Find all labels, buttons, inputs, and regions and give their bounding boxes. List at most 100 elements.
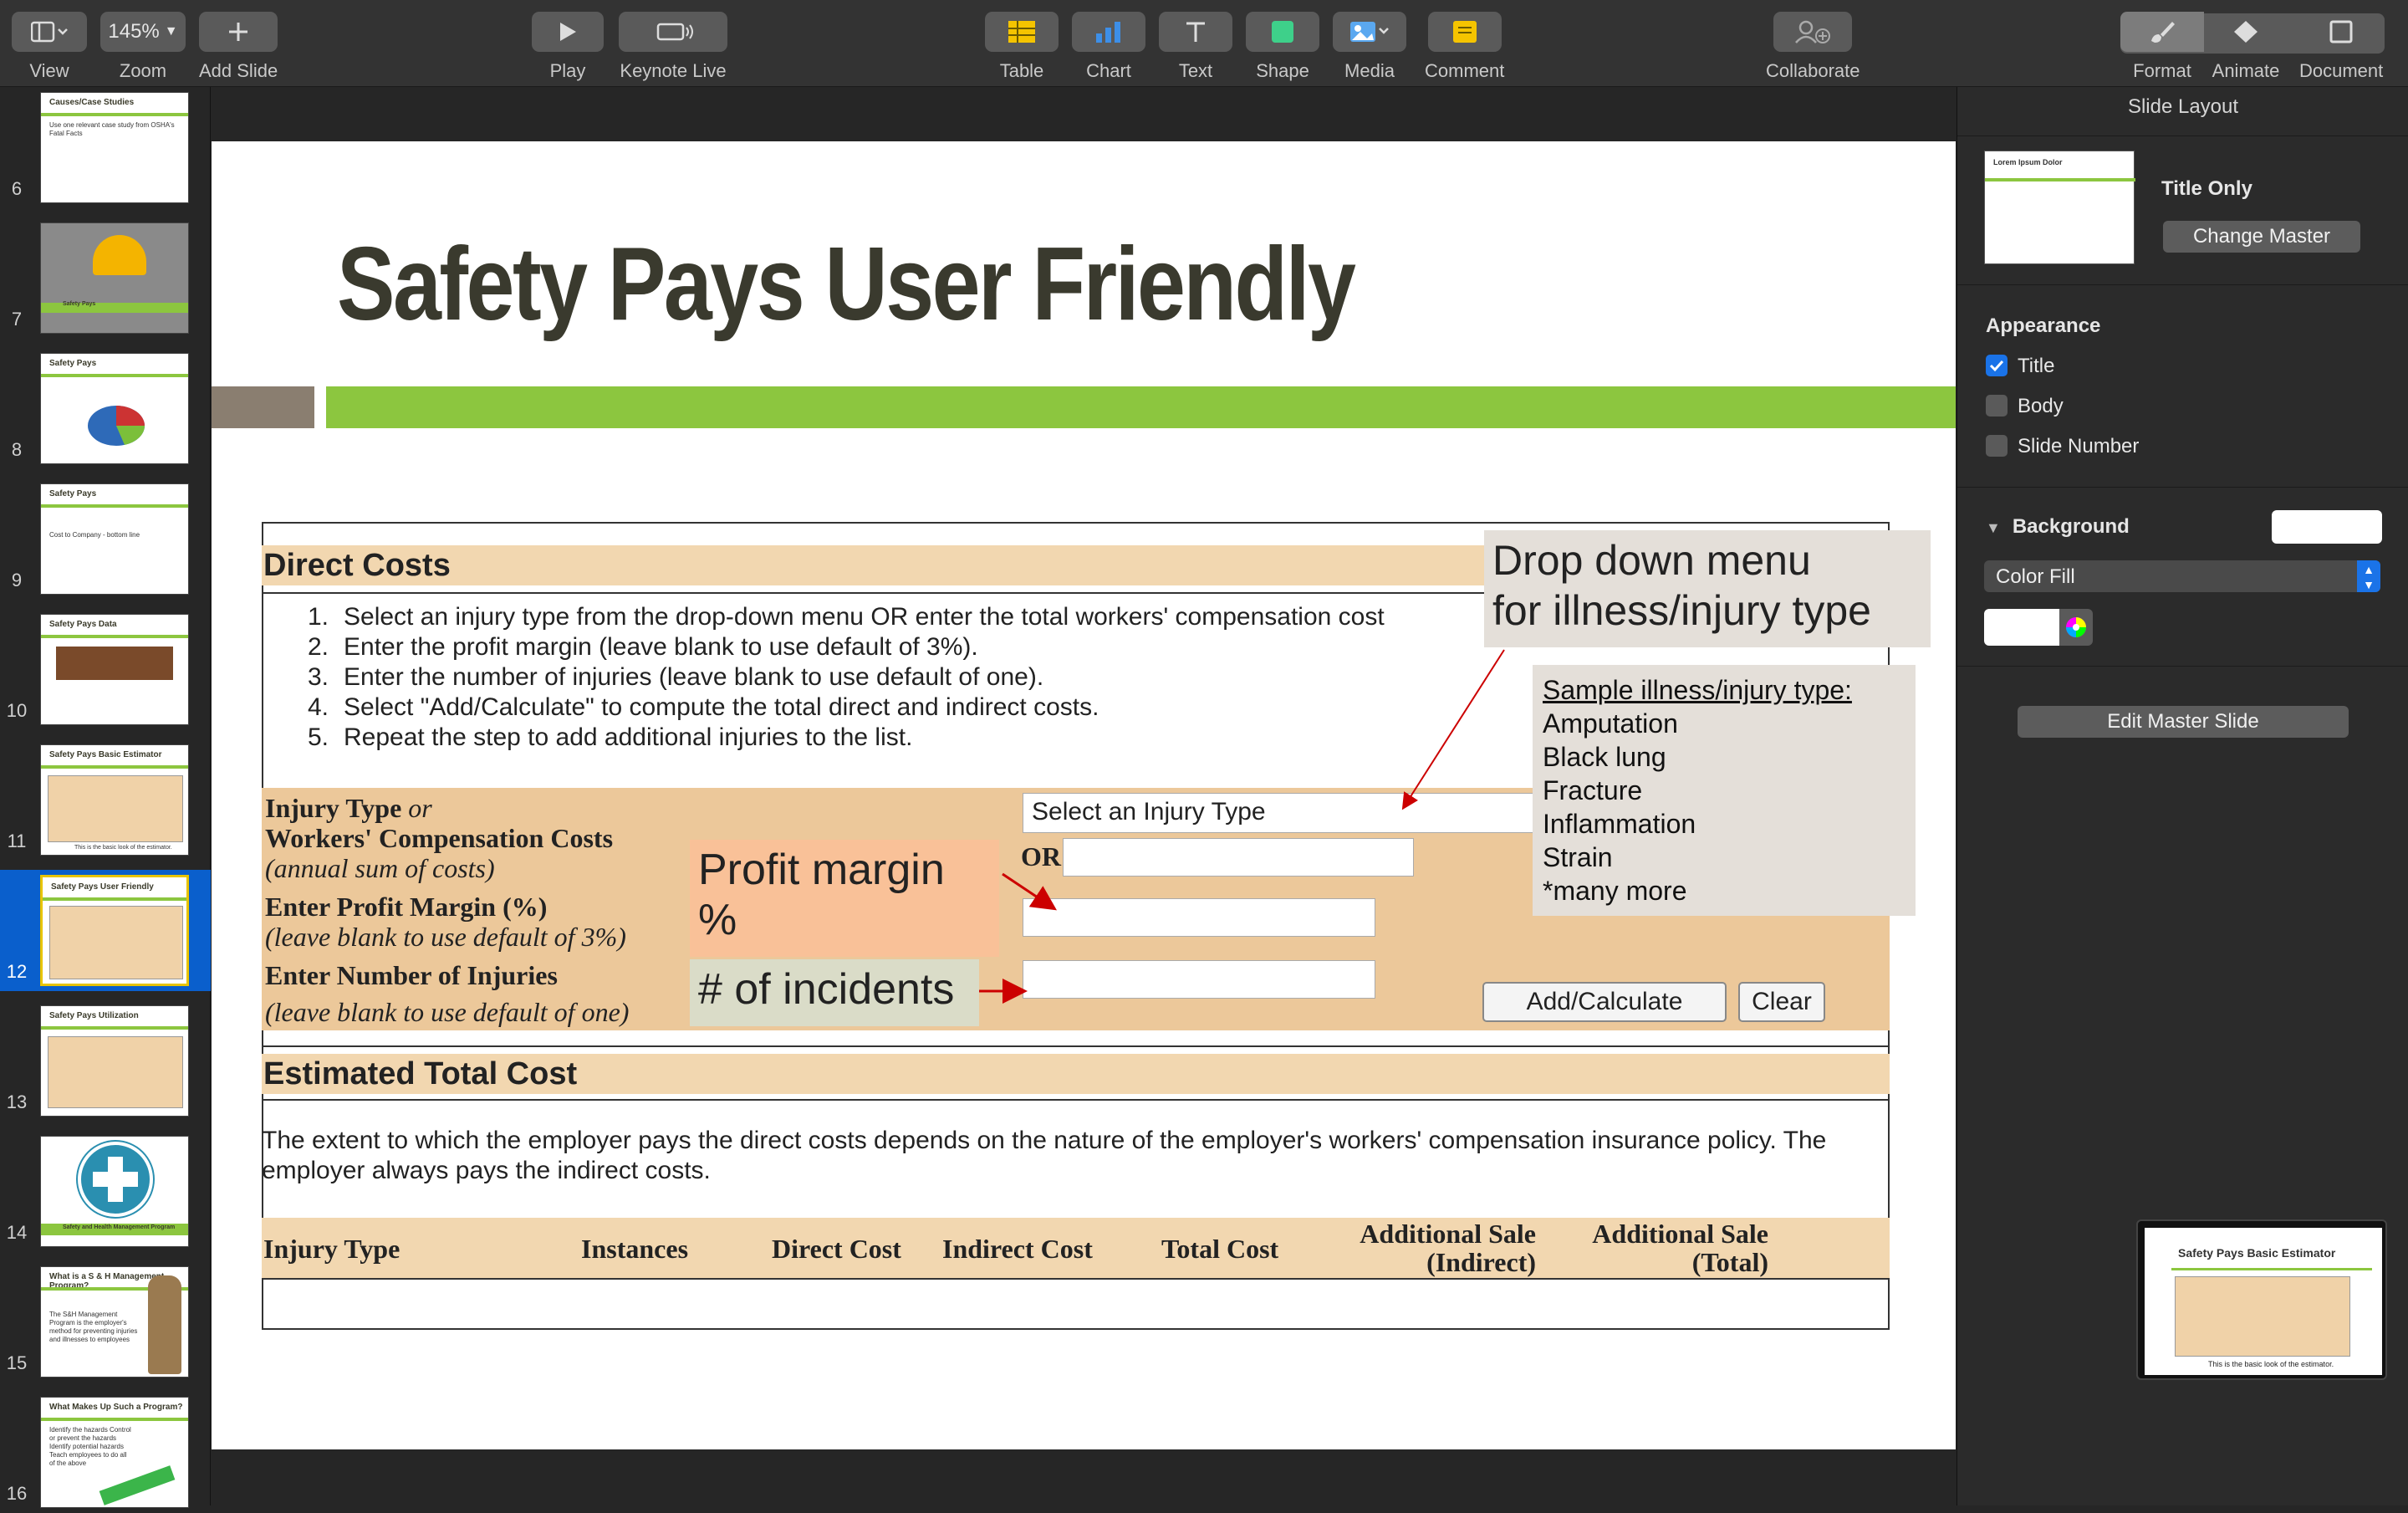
slide-number: 7 <box>11 309 23 330</box>
diamond-icon <box>2204 12 2288 52</box>
color-wheel-button[interactable] <box>2059 609 2093 646</box>
text-button[interactable]: Text <box>1159 12 1232 82</box>
slide-thumbnail-13[interactable]: Safety Pays Utilization 13 <box>0 1000 211 1122</box>
thumb-title: Safety Pays <box>49 359 97 368</box>
media-label: Media <box>1344 60 1395 81</box>
play-button[interactable]: Play <box>532 12 604 82</box>
thumb-green-bar <box>43 897 186 901</box>
play-label: Play <box>549 60 586 81</box>
slide-thumbnail-12[interactable]: Safety Pays User Friendly 12 <box>0 870 211 991</box>
slide-thumbnail-14[interactable]: Safety and Health Management Program 14 <box>0 1131 211 1252</box>
worker-image <box>148 1275 181 1374</box>
thumbnail-image: Safety Pays Data <box>40 614 189 725</box>
view-control[interactable]: View <box>12 12 87 82</box>
thumb-form <box>48 1036 183 1108</box>
slide-thumbnail-10[interactable]: Safety Pays Data 10 <box>0 609 211 730</box>
separator <box>1957 135 2408 136</box>
chart-label: Chart <box>1086 60 1131 81</box>
preview-title: Safety Pays Basic Estimator <box>2178 1246 2336 1260</box>
thumb-body: This is the basic look of the estimator. <box>74 845 172 851</box>
fill-type-select[interactable]: Color Fill ▲ ▼ <box>1984 560 2380 592</box>
thumb-form <box>49 906 183 979</box>
collaborate-button[interactable]: Collaborate <box>1766 12 1860 82</box>
thumb-title: Safety Pays Basic Estimator <box>49 750 162 759</box>
thumb-title: Safety Pays Data <box>49 620 117 629</box>
document-tab[interactable]: Document <box>2299 12 2383 82</box>
comment-button[interactable]: Comment <box>1425 12 1504 82</box>
document-icon <box>2299 12 2383 52</box>
background-heading[interactable]: ▼ Background <box>1986 515 2130 539</box>
thumbnail-image: Safety Pays Cost to Company - bottom line <box>40 483 189 595</box>
slide-thumbnail-8[interactable]: Safety Pays 8 <box>0 348 211 469</box>
plus-icon <box>199 12 278 52</box>
keynote-live-label: Keynote Live <box>620 60 727 81</box>
shape-button[interactable]: Shape <box>1246 12 1319 82</box>
arrow-profit <box>1002 872 1057 911</box>
thumb-body: The S&H Management Program is the employ… <box>49 1311 138 1343</box>
thumb-green-bar <box>41 1026 188 1030</box>
slide-number-checkbox[interactable] <box>1986 435 2008 457</box>
thumb-title: Safety and Health Management Program <box>63 1224 176 1230</box>
slide-preview-popover[interactable]: Safety Pays Basic Estimator This is the … <box>2136 1219 2387 1380</box>
pie-chart-icon <box>88 406 145 446</box>
preview-caption: This is the basic look of the estimator. <box>2208 1360 2334 1368</box>
add-slide-button[interactable]: Add Slide <box>199 12 278 82</box>
master-thumb-text: Lorem Ipsum Dolor <box>1993 158 2063 166</box>
thumbnail-image: What is a S & H Management Program? The S… <box>40 1266 189 1378</box>
table-button[interactable]: Table <box>985 12 1059 82</box>
thumb-title: Safety Pays Utilization <box>49 1011 139 1020</box>
keynote-live-icon <box>619 12 727 52</box>
slide-thumbnail-7[interactable]: Safety Pays 7 <box>0 217 211 339</box>
slide-thumbnail-16[interactable]: What Makes Up Such a Program? Identify th… <box>0 1392 211 1513</box>
slide-number: 8 <box>11 439 23 460</box>
slide[interactable]: Safety Pays User Friendly Direct Costs 1… <box>212 141 1956 1449</box>
separator <box>1957 666 2408 667</box>
zoom-select[interactable]: 145% ▼ <box>100 12 186 52</box>
background-color-well[interactable] <box>2272 510 2382 544</box>
format-tab[interactable]: Format <box>2120 12 2204 82</box>
slide-number: 14 <box>6 1222 28 1243</box>
callout-arrows <box>979 649 1505 1004</box>
slide-thumbnail-9[interactable]: Safety Pays Cost to Company - bottom line… <box>0 478 211 600</box>
play-icon <box>532 12 604 52</box>
slide-navigator: Causes/Case Studies Use one relevant case… <box>0 87 211 1508</box>
thumbnail-image: Safety Pays Basic Estimator This is the … <box>40 744 189 856</box>
preview-slide: Safety Pays Basic Estimator This is the … <box>2145 1228 2382 1375</box>
separator <box>1957 284 2408 285</box>
text-label: Text <box>1178 60 1213 81</box>
slide-thumbnail-15[interactable]: What is a S & H Management Program? The S… <box>0 1261 211 1383</box>
thumb-form <box>48 775 183 842</box>
comment-icon <box>1427 12 1502 52</box>
chart-button[interactable]: Chart <box>1072 12 1145 82</box>
separator <box>1957 487 2408 488</box>
thumb-title: Causes/Case Studies <box>49 98 135 107</box>
appearance-heading: Appearance <box>1986 314 2101 337</box>
thumb-body: Use one relevant case study from OSHA's … <box>49 121 175 137</box>
slide-number: 16 <box>6 1483 28 1504</box>
background-heading-text: Background <box>2012 515 2130 538</box>
animate-tab[interactable]: Animate <box>2204 12 2288 82</box>
text-icon <box>1159 12 1232 52</box>
checkmark-icon <box>1989 360 2004 372</box>
view-icon <box>12 12 87 52</box>
thumb-green-bar <box>41 374 188 377</box>
title-checkbox[interactable] <box>1986 355 2008 376</box>
color-wheel-icon <box>2066 617 2086 637</box>
thumb-title: Safety Pays <box>63 301 96 307</box>
slide-thumbnail-11[interactable]: Safety Pays Basic Estimator This is the … <box>0 739 211 861</box>
slide-thumbnail-6[interactable]: Causes/Case Studies Use one relevant case… <box>0 87 211 208</box>
media-button[interactable]: Media <box>1333 12 1406 82</box>
body-checkbox[interactable] <box>1986 395 2008 417</box>
fill-color-well[interactable] <box>1984 609 2059 646</box>
keynote-live-button[interactable]: Keynote Live <box>619 12 727 82</box>
edit-master-slide-button[interactable]: Edit Master Slide <box>2018 706 2349 738</box>
collaborate-label: Collaborate <box>1766 60 1860 81</box>
zoom-control[interactable]: 145% ▼ Zoom <box>100 12 186 82</box>
master-thumbnail[interactable]: Lorem Ipsum Dolor <box>1984 151 2135 264</box>
thumb-green-bar <box>41 113 188 116</box>
thumb-image <box>56 647 173 680</box>
preview-form <box>2175 1276 2350 1357</box>
change-master-button[interactable]: Change Master <box>2163 221 2360 253</box>
thumb-body: Identify the hazards Control or prevent … <box>49 1426 131 1467</box>
comment-label: Comment <box>1425 60 1505 81</box>
